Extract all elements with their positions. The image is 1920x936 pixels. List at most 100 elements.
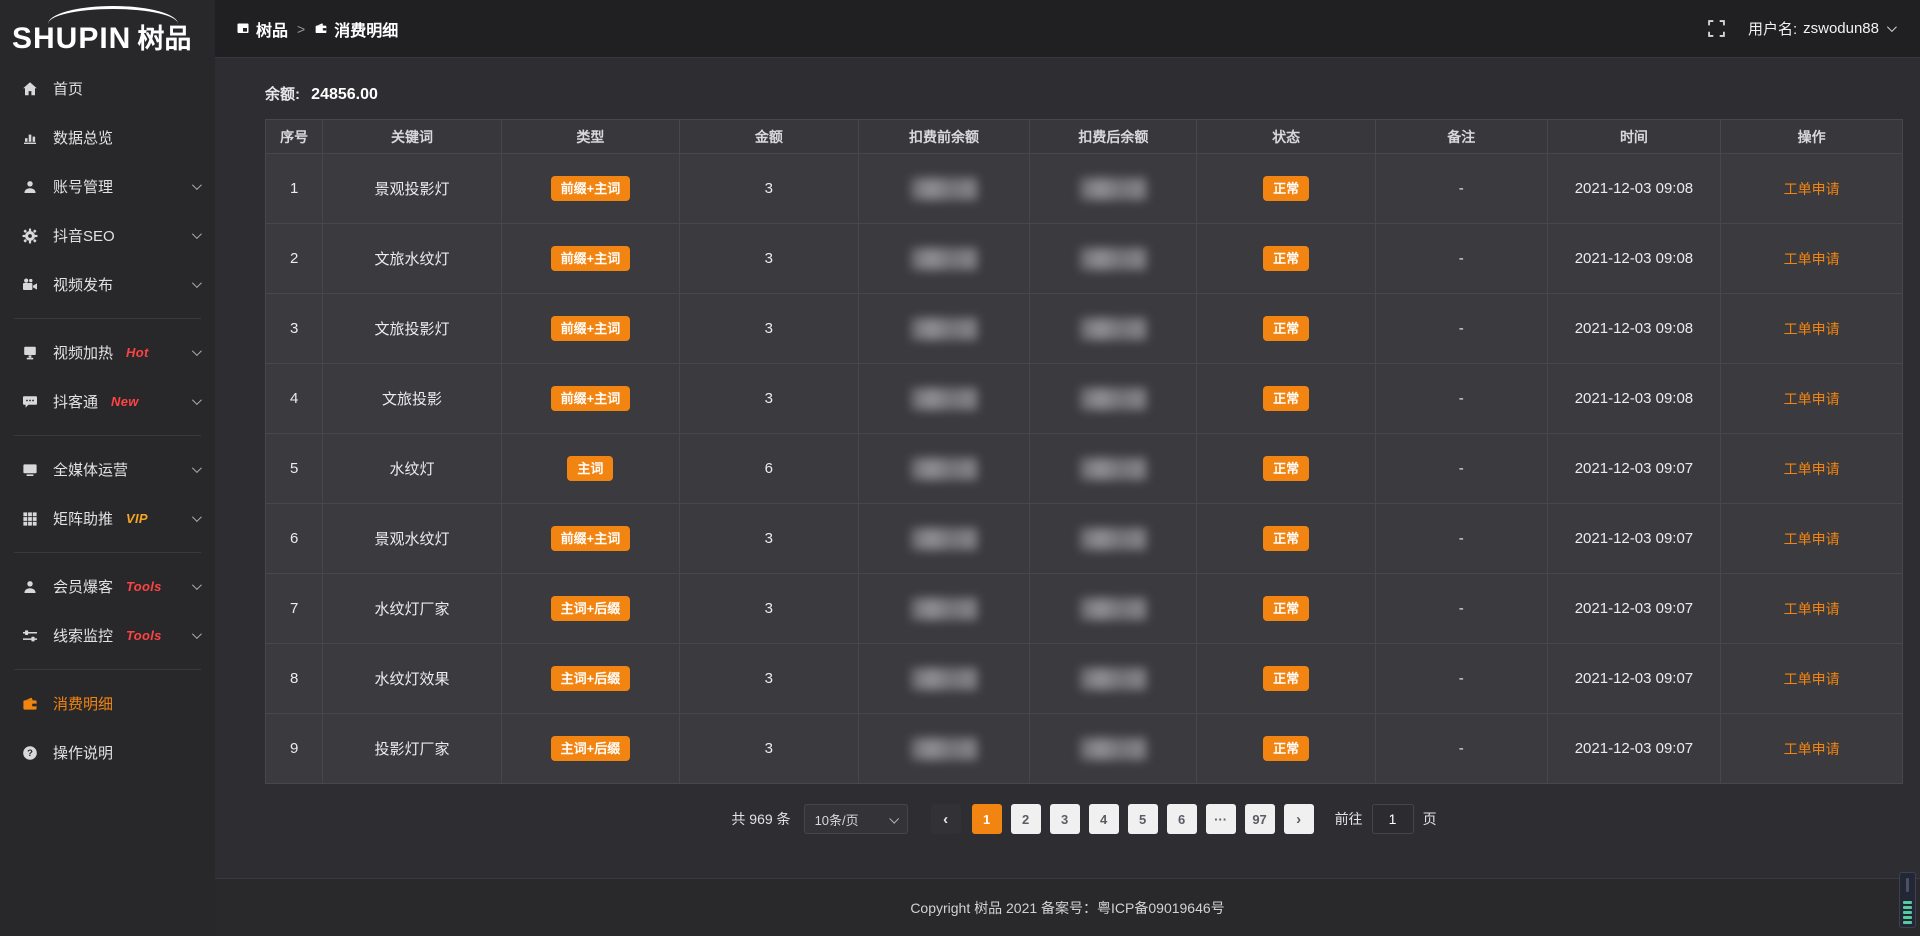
sidebar-item-member-burst[interactable]: 会员爆客 Tools: [0, 562, 215, 611]
sidebar-item-account-mgmt[interactable]: 账号管理: [0, 162, 215, 211]
ticket-apply-link[interactable]: 工单申请: [1784, 321, 1840, 337]
ticket-apply-link[interactable]: 工单申请: [1784, 671, 1840, 687]
sidebar-item-clue-monitor[interactable]: 线索监控 Tools: [0, 611, 215, 660]
col-header-balance-after: 扣费后余额: [1030, 120, 1197, 154]
table-row: 9 投影灯厂家 主词+后缀 3 正常 - 2021-12-03 09:07 工单…: [266, 714, 1903, 784]
nav-divider: [14, 552, 201, 553]
cell-keyword: 文旅投影灯: [323, 294, 501, 364]
page-ellipsis-button[interactable]: ···: [1206, 804, 1236, 834]
breadcrumb-current[interactable]: 消费明细: [314, 17, 398, 41]
breadcrumb: 树品 > 消费明细: [237, 17, 398, 41]
ticket-apply-link[interactable]: 工单申请: [1784, 531, 1840, 547]
cell-action: 工单申请: [1721, 504, 1903, 574]
type-badge: 前缀+主词: [551, 316, 631, 341]
sidebar-item-label: 视频加热: [53, 342, 113, 363]
tools-badge: Tools: [126, 579, 162, 594]
bar-chart-icon: [22, 130, 40, 146]
cell-type: 主词: [501, 434, 679, 504]
sidebar-item-matrix-boost[interactable]: 矩阵助推 VIP: [0, 494, 215, 543]
ticket-apply-link[interactable]: 工单申请: [1784, 601, 1840, 617]
sidebar: SHUPIN 树品 首页 数据总览 账号管理 抖音SEO: [0, 0, 215, 936]
chat-bubble-icon: [22, 394, 40, 410]
status-badge: 正常: [1263, 736, 1309, 761]
breadcrumb-separator: >: [297, 21, 305, 37]
chevron-down-icon: [192, 180, 202, 190]
sidebar-item-consumption-detail[interactable]: 消费明细: [0, 679, 215, 728]
ticket-apply-link[interactable]: 工单申请: [1784, 251, 1840, 267]
balance-label: 余额:: [265, 86, 300, 103]
pagination: 共 969 条 10条/页 ‹ 1 2 3 4 5 6 ··· 97 › 前往 …: [265, 804, 1903, 834]
sidebar-item-douyin-seo[interactable]: 抖音SEO: [0, 211, 215, 260]
page-button-4[interactable]: 4: [1089, 804, 1119, 834]
balance-row: 余额: 24856.00: [265, 83, 1903, 104]
redacted-value: [1080, 178, 1146, 200]
redacted-value: [911, 528, 977, 550]
type-badge: 主词+后缀: [551, 666, 631, 691]
sidebar-item-video-heat[interactable]: 视频加热 Hot: [0, 328, 215, 377]
widget-tick: [1903, 911, 1912, 914]
widget-tick: [1903, 906, 1912, 909]
sidebar-item-label: 抖音SEO: [53, 225, 115, 246]
cell-action: 工单申请: [1721, 574, 1903, 644]
sidebar-item-all-media[interactable]: 全媒体运营: [0, 445, 215, 494]
cell-amount: 3: [680, 224, 858, 294]
cell-amount: 3: [680, 294, 858, 364]
cell-balance-after: [1030, 154, 1197, 224]
page-size-select[interactable]: 10条/页: [804, 804, 908, 834]
sidebar-item-help[interactable]: ? 操作说明: [0, 728, 215, 777]
ticket-apply-link[interactable]: 工单申请: [1784, 181, 1840, 197]
topbar-right: 用户名: zswodun88: [1708, 18, 1894, 39]
app-logo[interactable]: SHUPIN 树品: [0, 0, 215, 62]
ticket-apply-link[interactable]: 工单申请: [1784, 741, 1840, 757]
sidebar-item-label: 会员爆客: [53, 576, 113, 597]
cell-status: 正常: [1197, 364, 1375, 434]
cell-type: 主词+后缀: [501, 644, 679, 714]
gear-icon: [22, 228, 40, 244]
user-menu[interactable]: 用户名: zswodun88: [1748, 18, 1894, 39]
redacted-value: [911, 738, 977, 760]
jump-page-input[interactable]: [1372, 804, 1414, 834]
page-button-5[interactable]: 5: [1128, 804, 1158, 834]
nav-divider: [14, 318, 201, 319]
redacted-value: [1080, 318, 1146, 340]
page-button-1[interactable]: 1: [972, 804, 1002, 834]
cell-time: 2021-12-03 09:07: [1547, 434, 1721, 504]
sidebar-item-data-overview[interactable]: 数据总览: [0, 113, 215, 162]
cell-status: 正常: [1197, 154, 1375, 224]
sidebar-item-video-publish[interactable]: 视频发布: [0, 260, 215, 309]
next-page-button[interactable]: ›: [1284, 804, 1314, 834]
breadcrumb-home[interactable]: 树品: [237, 17, 288, 41]
sidebar-item-label: 矩阵助推: [53, 508, 113, 529]
cell-balance-before: [858, 224, 1030, 294]
capture-widget[interactable]: [1899, 872, 1916, 928]
sidebar-item-douketong[interactable]: 抖客通 New: [0, 377, 215, 426]
page-button-2[interactable]: 2: [1011, 804, 1041, 834]
col-header-action: 操作: [1721, 120, 1903, 154]
sidebar-item-home[interactable]: 首页: [0, 64, 215, 113]
redacted-value: [911, 598, 977, 620]
ticket-apply-link[interactable]: 工单申请: [1784, 391, 1840, 407]
sliders-icon: [22, 628, 40, 644]
prev-page-button[interactable]: ‹: [931, 804, 961, 834]
page-button-3[interactable]: 3: [1050, 804, 1080, 834]
ticket-apply-link[interactable]: 工单申请: [1784, 461, 1840, 477]
tools-badge: Tools: [126, 628, 162, 643]
status-badge: 正常: [1263, 176, 1309, 201]
cell-remark: -: [1375, 224, 1547, 294]
type-badge: 主词+后缀: [551, 736, 631, 761]
fullscreen-icon[interactable]: [1708, 20, 1726, 38]
page-size-value: 10条/页: [815, 810, 859, 829]
cell-remark: -: [1375, 574, 1547, 644]
cell-balance-after: [1030, 714, 1197, 784]
col-header-amount: 金额: [680, 120, 858, 154]
cell-type: 前缀+主词: [501, 154, 679, 224]
type-badge: 主词+后缀: [551, 596, 631, 621]
status-badge: 正常: [1263, 386, 1309, 411]
cell-status: 正常: [1197, 574, 1375, 644]
cell-keyword: 文旅水纹灯: [323, 224, 501, 294]
page-button-97[interactable]: 97: [1245, 804, 1275, 834]
cell-no: 7: [266, 574, 323, 644]
cell-type: 主词+后缀: [501, 574, 679, 644]
cell-keyword: 文旅投影: [323, 364, 501, 434]
page-button-6[interactable]: 6: [1167, 804, 1197, 834]
